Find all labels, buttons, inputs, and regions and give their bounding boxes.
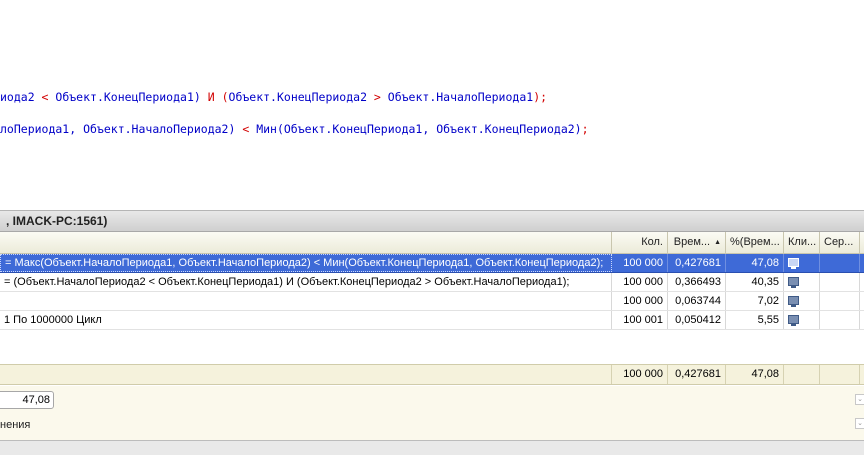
row-percent: 47,08	[726, 254, 784, 272]
code-operator: );	[533, 90, 548, 104]
code-token: иода2	[0, 90, 35, 104]
column-header-count[interactable]: Кол.	[612, 232, 668, 254]
row-count: 100 001	[612, 311, 668, 329]
code-operator: ;	[581, 122, 589, 136]
settings-panel: 47,08 ⌄ нения ⌄	[0, 386, 864, 441]
row-code-text: = Макс(Объект.НачалоПериода1, Объект.Нач…	[0, 254, 612, 272]
row-client	[784, 292, 820, 310]
row-server	[820, 254, 860, 272]
measurement-panel-title: , IMACK-PC:1561)	[0, 210, 864, 232]
monitor-icon	[788, 315, 799, 326]
row-time: 0,366493	[668, 273, 726, 291]
code-token: Объект.КонецПериода2	[228, 90, 367, 104]
totals-row: 100 000 0,427681 47,08	[0, 364, 864, 385]
row-count: 100 000	[612, 254, 668, 272]
row-code-text: 1 По 1000000 Цикл	[0, 311, 612, 329]
settings-label: нения	[0, 419, 31, 431]
row-time: 0,063744	[668, 292, 726, 310]
row-code-text: = (Объект.НачалоПериода2 < Объект.КонецП…	[0, 273, 612, 291]
row-count: 100 000	[612, 292, 668, 310]
window-bottom-border	[0, 440, 864, 455]
code-token: лоПериода1, Объект.НачалоПериода2)	[0, 122, 236, 136]
table-row[interactable]: 1 По 1000000 Цикл 100 001 0,050412 5,55	[0, 311, 864, 330]
row-code-text	[0, 292, 612, 310]
monitor-icon	[788, 296, 799, 307]
column-header-extra[interactable]	[860, 232, 864, 254]
code-token: Мин(Объект.КонецПериода1, Объект.КонецПе…	[256, 122, 582, 136]
row-count: 100 000	[612, 273, 668, 291]
totals-client	[784, 365, 820, 384]
column-header-percent[interactable]: %(Врем...	[726, 232, 784, 254]
code-operator: <	[235, 122, 257, 136]
code-token: Объект.НачалоПериода1	[387, 90, 534, 104]
code-operator: >	[367, 90, 388, 104]
row-server	[820, 292, 860, 310]
totals-time: 0,427681	[668, 365, 726, 384]
totals-percent: 47,08	[726, 365, 784, 384]
code-editor[interactable]: иода2 < Объект.КонецПериода1) И (Объект.…	[0, 0, 864, 210]
table-row[interactable]: = Макс(Объект.НачалоПериода1, Объект.Нач…	[0, 254, 864, 273]
code-operator: И (	[207, 90, 229, 104]
monitor-icon	[788, 258, 799, 269]
row-time: 0,050412	[668, 311, 726, 329]
chevron-down-icon[interactable]: ⌄	[855, 394, 864, 405]
column-header-server[interactable]: Сер...	[820, 232, 860, 254]
chevron-down-icon[interactable]: ⌄	[855, 418, 864, 429]
column-header-time-label: Врем...	[673, 236, 711, 248]
row-time: 0,427681	[668, 254, 726, 272]
monitor-icon	[788, 277, 799, 288]
row-client	[784, 273, 820, 291]
code-token: Объект.КонецПериода1)	[55, 90, 208, 104]
code-line[interactable]: иода2 < Объект.КонецПериода1) И (Объект.…	[0, 89, 547, 105]
row-percent: 40,35	[726, 273, 784, 291]
totals-server	[820, 365, 860, 384]
threshold-field[interactable]: 47,08	[0, 391, 54, 409]
column-header-time[interactable]: Врем... ▲	[668, 232, 726, 254]
row-server	[820, 273, 860, 291]
column-header-line[interactable]	[0, 232, 612, 254]
table-row[interactable]: 100 000 0,063744 7,02	[0, 292, 864, 311]
column-header-client[interactable]: Кли...	[784, 232, 820, 254]
code-operator: <	[34, 90, 56, 104]
row-percent: 7,02	[726, 292, 784, 310]
sort-ascending-icon: ▲	[714, 239, 721, 246]
code-line[interactable]: лоПериода1, Объект.НачалоПериода2) < Мин…	[0, 121, 589, 137]
row-client	[784, 254, 820, 272]
row-server	[820, 311, 860, 329]
row-percent: 5,55	[726, 311, 784, 329]
table-row[interactable]: = (Объект.НачалоПериода2 < Объект.КонецП…	[0, 273, 864, 292]
totals-count: 100 000	[612, 365, 668, 384]
totals-label-cell	[0, 365, 612, 384]
row-client	[784, 311, 820, 329]
